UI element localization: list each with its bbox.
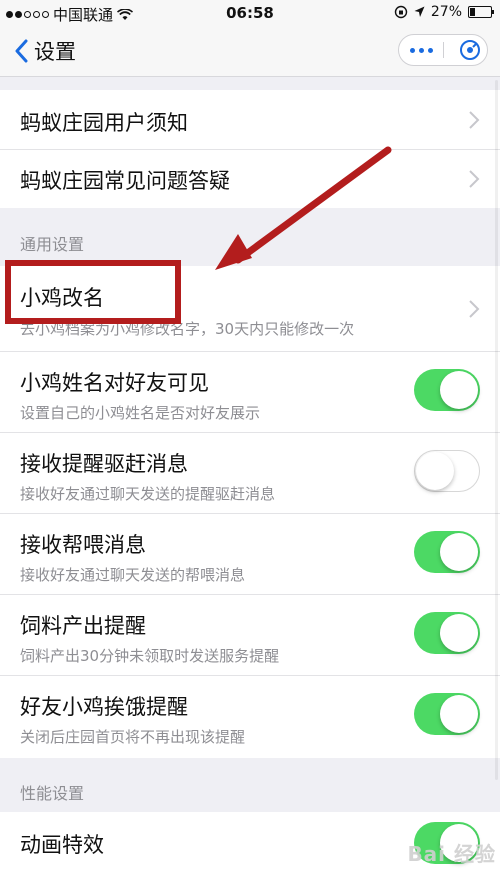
- row-title: 好友小鸡挨饿提醒: [20, 695, 188, 719]
- nav-bar: 设置: [0, 26, 500, 77]
- orientation-lock-icon: [394, 5, 408, 19]
- capsule-divider: [443, 42, 444, 58]
- toggle-switch[interactable]: [414, 450, 480, 492]
- list-item-hungry-reminder: 好友小鸡挨饿提醒 关闭后庄园首页将不再出现该提醒: [0, 676, 500, 758]
- more-dots-icon: [409, 47, 415, 53]
- row-title: 蚂蚁庄园常见问题答疑: [20, 169, 230, 193]
- list-item-name-visible: 小鸡姓名对好友可见 设置自己的小鸡姓名是否对好友展示: [0, 352, 500, 433]
- back-button[interactable]: 设置: [14, 36, 76, 66]
- chevron-right-icon: [469, 170, 480, 188]
- mini-program-capsule: [398, 34, 488, 66]
- chevron-right-icon: [469, 300, 480, 318]
- annotation-highlight-box: [5, 260, 181, 324]
- close-capsule-icon[interactable]: [459, 39, 481, 61]
- chevron-right-icon: [469, 111, 480, 129]
- status-bar: 中国联通 06:58 27%: [0, 0, 500, 26]
- location-icon: [414, 6, 425, 17]
- battery-percent: 27%: [430, 4, 462, 20]
- toggle-switch[interactable]: [414, 612, 480, 654]
- row-title: 饲料产出提醒: [20, 614, 146, 638]
- toggle-switch[interactable]: [414, 369, 480, 411]
- section-header-general: 通用设置: [20, 235, 85, 254]
- list-item-chase-reminder: 接收提醒驱赶消息 接收好友通过聊天发送的提醒驱赶消息: [0, 433, 500, 514]
- row-title: 蚂蚁庄园用户须知: [20, 111, 188, 135]
- row-subtitle: 设置自己的小鸡姓名是否对好友展示: [20, 404, 261, 422]
- more-button[interactable]: [399, 35, 443, 65]
- chevron-left-icon: [15, 39, 28, 63]
- watermark-logo: Bai 经验: [407, 842, 496, 866]
- list-item-feed-output: 饲料产出提醒 饲料产出30分钟未领取时发送服务提醒: [0, 595, 500, 676]
- status-right: 27%: [394, 4, 494, 20]
- row-title: 动画特效: [20, 833, 104, 857]
- row-title: 接收帮喂消息: [20, 533, 146, 557]
- battery-icon: [468, 6, 494, 18]
- row-title: 小鸡姓名对好友可见: [20, 371, 209, 395]
- row-subtitle: 接收好友通过聊天发送的帮喂消息: [20, 566, 246, 584]
- section-header-performance: 性能设置: [20, 784, 85, 803]
- list-item-feed-help: 接收帮喂消息 接收好友通过聊天发送的帮喂消息: [0, 514, 500, 595]
- list-item-user-notice[interactable]: 蚂蚁庄园用户须知: [0, 90, 500, 150]
- row-subtitle: 关闭后庄园首页将不再出现该提醒: [20, 728, 246, 746]
- row-subtitle: 接收好友通过聊天发送的提醒驱赶消息: [20, 485, 276, 503]
- list-item-faq[interactable]: 蚂蚁庄园常见问题答疑: [0, 150, 500, 208]
- scrollbar[interactable]: [495, 80, 498, 780]
- general-settings-group: 小鸡改名 去小鸡档案为小鸡修改名字，30天内只能修改一次 小鸡姓名对好友可见 设…: [0, 266, 500, 758]
- toggle-switch[interactable]: [414, 693, 480, 735]
- row-title: 接收提醒驱赶消息: [20, 452, 188, 476]
- toggle-switch[interactable]: [414, 531, 480, 573]
- page-title: 设置: [34, 40, 76, 64]
- row-subtitle: 饲料产出30分钟未领取时发送服务提醒: [20, 647, 280, 665]
- info-group: 蚂蚁庄园用户须知 蚂蚁庄园常见问题答疑: [0, 90, 500, 208]
